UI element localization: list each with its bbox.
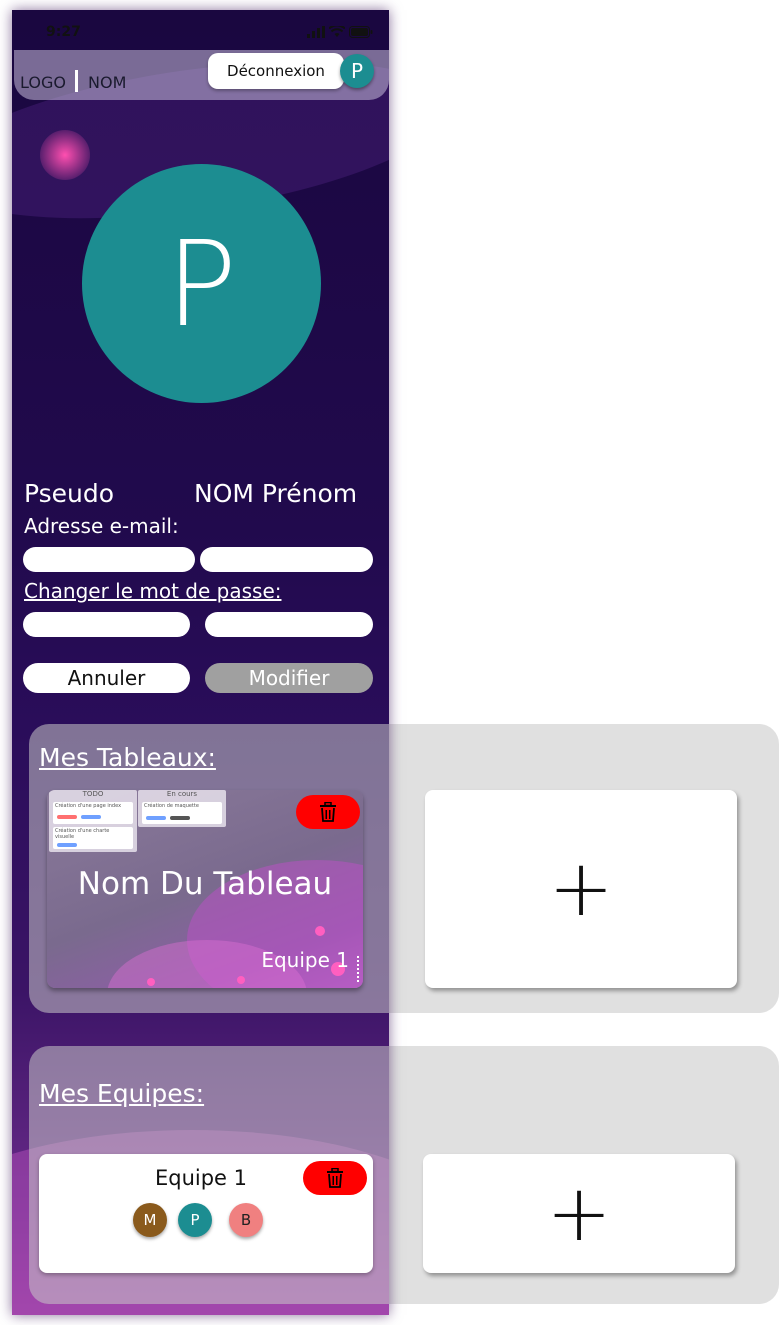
logo[interactable]: LOGO (20, 73, 66, 92)
teams-title: Mes Equipes: (39, 1079, 205, 1108)
status-bar: 9:27 (12, 10, 389, 50)
change-password-link[interactable]: Changer le mot de passe: (24, 579, 281, 603)
preview-tag (170, 816, 190, 820)
trash-icon (320, 802, 336, 822)
wifi-icon (329, 26, 345, 37)
board-bg-dot (315, 926, 325, 936)
preview-column-title: En cours (166, 790, 198, 798)
bg-dot-pink (40, 130, 90, 180)
member-avatar[interactable]: P (178, 1203, 212, 1237)
logout-button[interactable]: Déconnexion (208, 53, 344, 89)
password-field[interactable] (23, 612, 190, 637)
status-time: 9:27 (46, 24, 81, 40)
delete-board-button[interactable] (296, 795, 360, 829)
board-name: Nom Du Tableau (77, 866, 333, 902)
board-menu-icon[interactable] (357, 956, 361, 982)
header-separator (75, 70, 78, 92)
preview-tag (57, 843, 77, 847)
preview-task-text: Création de maquette (144, 803, 199, 809)
profile-avatar[interactable]: P (82, 164, 321, 403)
team-card[interactable]: Equipe 1 M P B (39, 1154, 373, 1273)
status-icons (307, 26, 373, 38)
modify-button[interactable]: Modifier (205, 663, 373, 693)
header-avatar[interactable]: P (340, 54, 374, 88)
preview-column-title: TODO (82, 790, 104, 798)
preview-task: Création d'une page index (53, 802, 133, 824)
preview-task: Création d'une charte visuelle (53, 827, 133, 849)
signal-icon (307, 26, 325, 38)
add-team-button[interactable]: + (423, 1154, 735, 1273)
delete-team-button[interactable] (303, 1161, 367, 1195)
preview-tag (81, 815, 101, 819)
app-name: NOM (88, 73, 127, 92)
boards-title: Mes Tableaux: (39, 743, 216, 772)
member-avatar[interactable]: M (133, 1203, 167, 1237)
add-board-button[interactable]: + (425, 790, 737, 988)
preview-task: Création de maquette (142, 802, 222, 824)
trash-icon (327, 1168, 343, 1188)
cancel-button[interactable]: Annuler (23, 663, 190, 693)
email-field[interactable] (23, 547, 195, 572)
battery-icon (349, 26, 373, 38)
preview-task-text: Création d'une page index (55, 803, 122, 809)
board-bg-dot-2 (147, 978, 155, 986)
preview-tag (146, 816, 166, 820)
email-label: Adresse e-mail: (24, 514, 179, 538)
board-preview-column-en-cours: En cours Création de maquette (138, 790, 226, 827)
password-confirm-field[interactable] (205, 612, 373, 637)
email-confirm-field[interactable] (200, 547, 373, 572)
preview-tag (57, 815, 77, 819)
preview-task-text: Création d'une charte visuelle (55, 828, 110, 840)
fullname-label: NOM Prénom (194, 479, 358, 508)
board-bg-dot-3 (237, 976, 245, 984)
member-avatar[interactable]: B (229, 1203, 263, 1237)
board-preview-column-todo: TODO Création d'une page index Création … (49, 790, 137, 852)
pseudo-label: Pseudo (24, 479, 115, 508)
board-card[interactable]: TODO Création d'une page index Création … (47, 790, 363, 988)
board-team: Equipe 1 (261, 948, 349, 972)
